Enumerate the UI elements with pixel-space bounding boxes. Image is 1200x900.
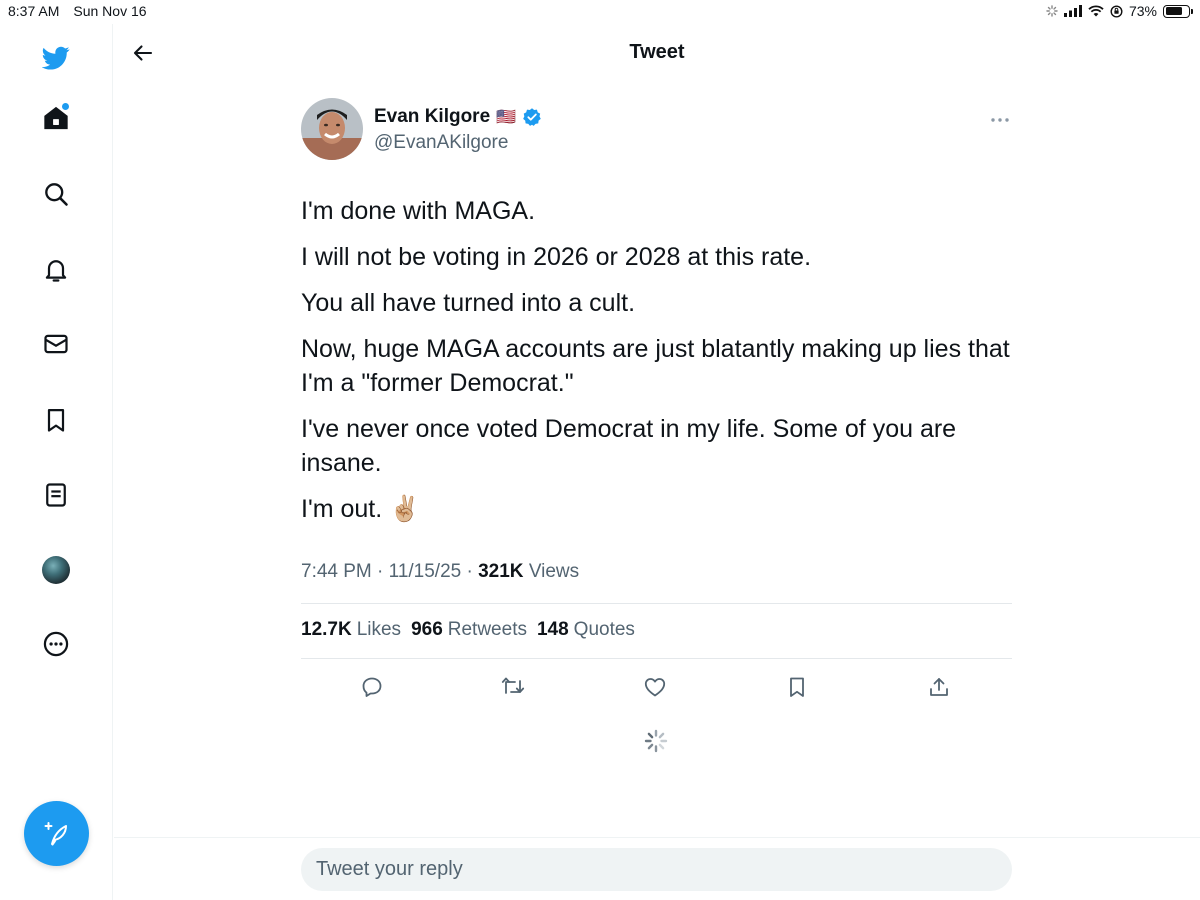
page-header: Tweet — [114, 24, 1200, 82]
us-flag-icon: 🇺🇸 — [496, 109, 517, 126]
retweet-button[interactable] — [499, 673, 527, 701]
compose-feather-icon — [42, 819, 72, 849]
tweet-paragraph: You all have turned into a cult. — [301, 289, 636, 317]
orientation-lock-icon — [1110, 4, 1123, 18]
tweet-meta: 7:44 PM · 11/15/25 · 321K Views — [301, 561, 580, 582]
author-name[interactable]: Evan Kilgore — [374, 106, 490, 128]
home-notification-dot — [62, 103, 69, 110]
tweet-paragraph: I will not be voting in 2026 or 2028 at … — [301, 243, 812, 271]
wifi-icon — [1088, 5, 1104, 17]
battery-level — [1165, 7, 1182, 15]
status-time: 8:37 AM — [8, 3, 60, 19]
divider — [301, 658, 1012, 659]
heart-icon — [644, 678, 666, 697]
author-name-row: Evan Kilgore 🇺🇸 — [374, 106, 542, 128]
like-button[interactable] — [641, 673, 669, 701]
tweet-stats: 12.7K Likes 966 Retweets 148 Quotes — [301, 619, 635, 641]
share-button[interactable] — [925, 673, 953, 701]
bookmark-icon[interactable] — [36, 400, 76, 440]
more-circle-icon[interactable] — [36, 624, 76, 664]
quotes-count: 148 — [536, 619, 569, 640]
profile-avatar[interactable] — [36, 550, 76, 590]
verified-badge-icon — [522, 107, 542, 127]
retweet-icon — [501, 677, 525, 694]
retweets-stat[interactable]: 966 Retweets — [411, 619, 527, 641]
divider — [114, 837, 1200, 838]
home-icon[interactable] — [36, 98, 76, 138]
back-arrow-icon — [131, 41, 155, 65]
battery-percent: 73% — [1128, 3, 1157, 19]
views-label: Views — [528, 561, 580, 582]
quotes-label: Quotes — [573, 619, 635, 640]
page-title: Tweet — [629, 41, 685, 63]
twitter-logo-icon[interactable] — [36, 38, 76, 78]
tweet-paragraph: I'm out. ✌🏼 — [301, 495, 421, 523]
activity-spinner-icon — [1046, 5, 1058, 17]
reply-input[interactable]: Tweet your reply — [301, 848, 1012, 891]
tweet-text: I'm done with MAGA. I will not be voting … — [301, 194, 1012, 538]
author-avatar[interactable] — [301, 98, 363, 160]
reply-button[interactable] — [358, 673, 386, 701]
likes-stat[interactable]: 12.7K Likes — [301, 619, 401, 641]
tweet-actions — [301, 673, 1012, 701]
reply-icon — [362, 677, 382, 697]
quotes-stat[interactable]: 148 Quotes — [537, 619, 635, 641]
status-bar: 8:37 AM Sun Nov 16 73% — [0, 0, 1200, 24]
tweet-paragraph: Now, huge MAGA accounts are just blatant… — [301, 335, 1010, 397]
sidebar — [0, 24, 113, 900]
author-avatar-image — [301, 98, 363, 160]
tweet-date[interactable]: 11/15/25 — [389, 561, 462, 582]
tweet-more-options-button[interactable] — [988, 108, 1012, 132]
likes-label: Likes — [356, 619, 402, 640]
tweet-paragraph: I've never once voted Democrat in my lif… — [301, 415, 957, 477]
bookmark-button[interactable] — [783, 673, 811, 701]
back-button[interactable] — [128, 38, 158, 68]
retweets-count: 966 — [411, 619, 443, 640]
notifications-bell-icon[interactable] — [36, 250, 76, 290]
lists-icon[interactable] — [36, 475, 76, 515]
search-icon[interactable] — [36, 174, 76, 214]
divider — [301, 603, 1012, 604]
status-date: Sun Nov 16 — [73, 3, 147, 19]
bookmark-icon — [790, 677, 804, 697]
more-horizontal-icon — [990, 117, 1010, 123]
views-count: 321K — [478, 561, 524, 582]
likes-count: 12.7K — [301, 619, 352, 640]
tweet-paragraph: I'm done with MAGA. — [301, 197, 536, 225]
loading-spinner-icon — [644, 729, 668, 753]
messages-mail-icon[interactable] — [36, 324, 76, 364]
compose-tweet-button[interactable] — [24, 801, 89, 866]
retweets-label: Retweets — [447, 619, 527, 640]
battery-icon — [1163, 4, 1193, 18]
cellular-signal-icon — [1063, 5, 1082, 17]
profile-avatar-image — [42, 556, 70, 584]
share-icon — [930, 678, 948, 696]
tweet-time[interactable]: 7:44 PM — [301, 561, 372, 582]
author-handle[interactable]: @EvanAKilgore — [374, 132, 508, 154]
